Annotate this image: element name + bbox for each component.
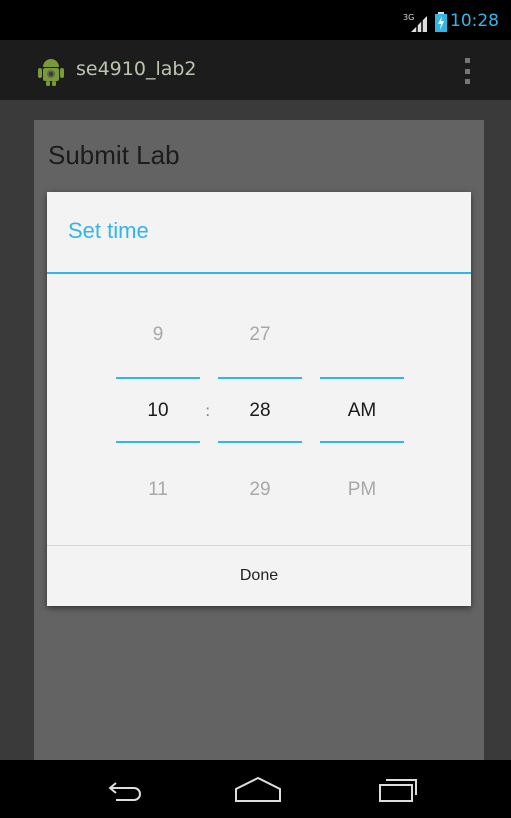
ampm-divider-bottom: [320, 441, 404, 443]
minute-selected[interactable]: 28: [218, 400, 302, 422]
minute-prev[interactable]: 27: [218, 324, 302, 346]
back-icon: [108, 782, 141, 801]
minute-next[interactable]: 29: [218, 479, 302, 501]
back-button[interactable]: [96, 772, 156, 806]
network-type-label: 3G: [403, 13, 414, 22]
ampm-divider-top: [320, 377, 404, 379]
minute-divider-bottom: [218, 441, 302, 443]
ampm-next[interactable]: PM: [320, 479, 404, 501]
action-bar: se4910_lab2: [0, 40, 511, 100]
battery-charging-icon: [435, 12, 447, 32]
page-title: Submit Lab: [48, 140, 180, 170]
recent-apps-button[interactable]: [368, 772, 428, 806]
overflow-menu-icon[interactable]: [465, 58, 471, 84]
home-icon: [235, 776, 281, 802]
hour-divider-bottom: [116, 441, 200, 443]
hour-prev[interactable]: 9: [116, 324, 200, 346]
signal-icon: 3G: [403, 13, 427, 32]
dialog-title: Set time: [68, 218, 149, 243]
status-icons: 3G: [403, 12, 447, 32]
set-time-dialog: Set time 9 10 11 : 27 28 29 AM PM Done: [47, 192, 471, 606]
ampm-selected[interactable]: AM: [320, 400, 404, 422]
home-button[interactable]: [228, 772, 288, 806]
dialog-title-divider: [47, 272, 471, 274]
done-button[interactable]: Done: [47, 546, 471, 606]
android-app-icon[interactable]: [34, 54, 68, 88]
hour-divider-top: [116, 377, 200, 379]
phone-screen: 3G 10:28 se4910_lab2 Submit Lab Set time…: [0, 0, 511, 818]
app-title: se4910_lab2: [76, 58, 197, 80]
minute-divider-top: [218, 377, 302, 379]
status-bar: 3G 10:28: [0, 0, 511, 40]
hour-selected[interactable]: 10: [116, 400, 200, 422]
navigation-bar: [0, 760, 511, 818]
time-separator: :: [205, 401, 211, 420]
hour-next[interactable]: 11: [116, 479, 200, 501]
recent-apps-icon: [379, 779, 417, 802]
status-clock: 10:28: [450, 11, 499, 31]
